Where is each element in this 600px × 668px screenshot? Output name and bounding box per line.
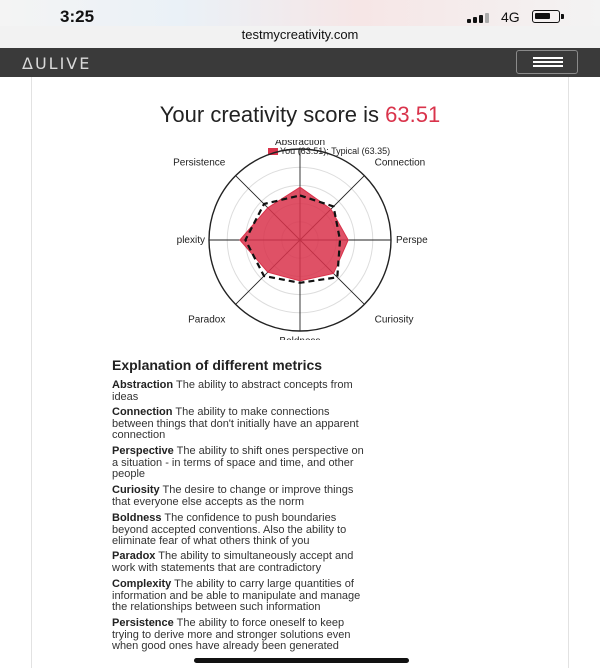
metric-abstraction: Abstraction The ability to abstract conc… [112, 379, 494, 403]
metric-description-line2: that everyone else accepts as the norm [112, 495, 304, 508]
metric-description-line3: when good ones have already been generat… [112, 640, 339, 652]
metric-name: Abstraction [112, 379, 174, 391]
metric-curiosity: Curiosity The desire to change or improv… [112, 484, 494, 508]
metric-perspective: Perspective The ability to shift ones pe… [112, 445, 494, 481]
axis-label-complexity: plexity [177, 235, 205, 246]
signal-icon [467, 13, 491, 23]
metric-paradox: Paradox The ability to simultaneously ac… [112, 550, 494, 574]
metric-name: Curiosity [112, 484, 160, 496]
metric-name: Persistence [112, 617, 174, 629]
axis-label-connection: Connection [375, 157, 426, 168]
metric-name: Perspective [112, 445, 174, 457]
metric-complexity: Complexity The ability to carry large qu… [112, 578, 494, 614]
metric-description-line1: The ability to force oneself to keep [173, 617, 345, 629]
score-heading: Your creativity score is 63.51 [0, 102, 600, 128]
metric-description-line2: between things that don't initially have… [112, 417, 359, 430]
metric-description-line2: information and be able to manipulate an… [112, 589, 361, 602]
metric-description-line3: eliminate fear of what others think of y… [112, 535, 310, 547]
metric-description-line1: The ability to carry large quantities of [171, 578, 354, 590]
axis-label-curiosity: Curiosity [375, 315, 414, 326]
metric-description-line1: The ability to shift ones perspective on [173, 445, 364, 457]
score-title-text: Your creativity score is [159, 102, 380, 127]
metric-description-line1: The ability to simultaneously accept and [155, 550, 354, 562]
metric-name: Complexity [112, 578, 172, 590]
network-type: 4G [501, 9, 520, 25]
hamburger-menu-button[interactable] [516, 50, 578, 74]
metric-description-line1: The ability to abstract concepts from [173, 379, 353, 391]
axis-label-abstraction: Abstraction [275, 140, 325, 148]
metric-name: Boldness [112, 512, 162, 524]
score-value: 63.51 [385, 102, 441, 127]
axis-label-persistence: Persistence [173, 157, 226, 168]
metric-description-line2: a situation - in terms of space and time… [112, 456, 354, 469]
status-bar: 3:25 4G [0, 0, 600, 26]
metric-name: Connection [112, 406, 173, 418]
url-text[interactable]: testmycreativity.com [242, 27, 359, 42]
metric-description-line3: the relationships between such informati… [112, 601, 321, 613]
axis-label-boldness: Boldness [279, 336, 320, 340]
site-navbar: ΔULIVE [0, 48, 600, 77]
explanation-title: Explanation of different metrics [112, 357, 323, 373]
metric-persistence: Persistence The ability to force oneself… [112, 617, 494, 653]
metric-description-line2: beyond accepted conventions. Also the ab… [112, 523, 347, 536]
axis-label-paradox: Paradox [188, 315, 225, 326]
address-bar[interactable]: testmycreativity.com [0, 26, 600, 48]
metric-description-line2: trying to derive more and stronger solut… [112, 628, 351, 641]
metric-boldness: Boldness The confidence to push boundari… [112, 512, 494, 548]
metric-name: Paradox [112, 550, 156, 562]
metric-description-line3: connection [112, 429, 166, 441]
radar-chart: Abstraction Connection Perspe Curiosity Bold… [173, 140, 428, 340]
metric-description-line3: people [112, 468, 146, 480]
metric-description-line1: The ability to make connections [172, 406, 330, 418]
metric-description-line1: The desire to change or improve things [159, 484, 354, 496]
battery-icon [532, 10, 564, 23]
metric-description-line2: ideas [112, 390, 139, 403]
site-logo[interactable]: ΔULIVE [22, 54, 91, 73]
home-indicator [194, 658, 409, 663]
metric-description-line2: work with statements that are contradict… [112, 561, 322, 574]
status-time: 3:25 [60, 7, 95, 26]
metric-connection: Connection The ability to make connectio… [112, 406, 494, 442]
axis-label-perspective: Perspe [396, 235, 428, 246]
series-you-area [239, 186, 349, 282]
metric-description-line1: The confidence to push boundaries [161, 512, 337, 524]
